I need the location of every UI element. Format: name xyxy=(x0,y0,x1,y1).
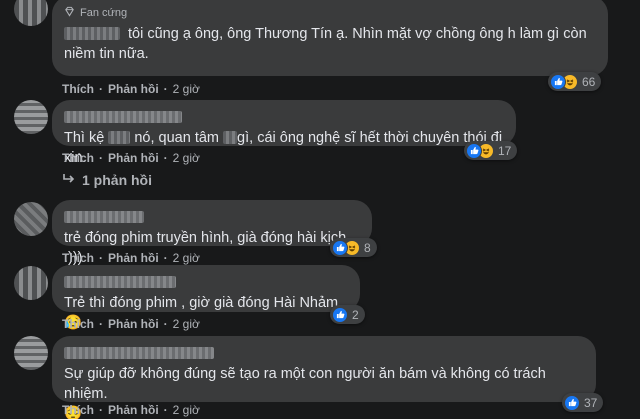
comment-text-part: Thì kệ xyxy=(64,130,105,146)
diamond-icon xyxy=(64,6,75,20)
replies-count-label: 1 phản hồi xyxy=(82,172,152,188)
reply-link[interactable]: Phản hồi xyxy=(108,317,159,331)
reply-link[interactable]: Phản hồi xyxy=(108,82,159,96)
fan-badge: Fan cứng xyxy=(64,6,596,20)
commenter-name-redacted[interactable] xyxy=(64,346,214,359)
avatar[interactable] xyxy=(14,0,48,26)
thumbs-up-icon xyxy=(332,306,348,323)
thumbs-up-icon xyxy=(564,394,580,411)
like-link[interactable]: Thích xyxy=(62,82,94,96)
thumbs-up-icon xyxy=(550,73,566,90)
comment-bubble: Fan cứng tôi cũng ạ ông, ông Thương Tín … xyxy=(52,0,608,76)
comment-actions: Thích · Phản hồi · 2 giờ xyxy=(62,151,200,165)
thumbs-up-icon xyxy=(466,142,482,159)
like-link[interactable]: Thích xyxy=(62,317,94,331)
timestamp[interactable]: 2 giờ xyxy=(173,82,200,96)
timestamp[interactable]: 2 giờ xyxy=(173,403,200,417)
reply-link[interactable]: Phản hồi xyxy=(108,251,159,265)
comment-bubble: Sự giúp đỡ không đúng sẽ tạo ra một con … xyxy=(52,336,596,419)
reaction-count: 66 xyxy=(582,74,596,89)
reaction-summary[interactable]: 66 xyxy=(548,72,602,91)
fan-badge-label: Fan cứng xyxy=(80,7,128,19)
censored-word xyxy=(108,131,131,144)
reaction-count: 37 xyxy=(584,395,598,410)
reaction-count: 8 xyxy=(364,240,371,255)
avatar[interactable] xyxy=(14,202,48,236)
comment-actions: Thích · Phản hồi · 2 giờ xyxy=(62,317,200,331)
reaction-count: 2 xyxy=(352,307,359,322)
comment-bubble: Trẻ thì đóng phim , giờ già đóng Hài Nhả… xyxy=(52,265,360,331)
avatar[interactable] xyxy=(14,266,48,300)
commenter-name-redacted[interactable] xyxy=(64,110,182,123)
comment-actions: Thích · Phản hồi · 2 giờ xyxy=(62,251,200,265)
comment-actions: Thích · Phản hồi · 2 giờ xyxy=(62,82,200,96)
like-link[interactable]: Thích xyxy=(62,151,94,165)
commenter-name-redacted[interactable] xyxy=(64,27,120,40)
comment-text-part: nó, quan tâm xyxy=(134,130,220,146)
reaction-summary[interactable]: 17 xyxy=(464,141,518,160)
reply-link[interactable]: Phản hồi xyxy=(108,151,159,165)
like-link[interactable]: Thích xyxy=(62,251,94,265)
avatar[interactable] xyxy=(14,336,48,370)
comment-bubble: Thì kệ nó, quan tâm gì, cái ông nghệ sĩ … xyxy=(52,100,516,166)
avatar[interactable] xyxy=(14,100,48,134)
comment-text: tôi cũng ạ ông, ông Thương Tín ạ. Nhìn m… xyxy=(64,26,587,62)
comment-text: Sự giúp đỡ không đúng sẽ tạo ra một con … xyxy=(64,366,546,402)
reply-arrow-icon xyxy=(62,172,76,188)
timestamp[interactable]: 2 giờ xyxy=(173,151,200,165)
timestamp[interactable]: 2 giờ xyxy=(173,251,200,265)
thumbs-up-icon xyxy=(332,239,348,256)
commenter-name-redacted[interactable] xyxy=(64,210,144,223)
reaction-summary[interactable]: 2 xyxy=(330,305,365,324)
comment-bubble: trẻ đóng phim truyền hình, già đóng hài … xyxy=(52,200,372,266)
reaction-count: 17 xyxy=(498,143,512,158)
commenter-name-redacted[interactable] xyxy=(64,275,176,288)
censored-word xyxy=(223,131,238,144)
timestamp[interactable]: 2 giờ xyxy=(173,317,200,331)
comment-actions: Thích · Phản hồi · 2 giờ xyxy=(62,403,200,417)
view-replies-link[interactable]: 1 phản hồi xyxy=(62,172,152,188)
like-link[interactable]: Thích xyxy=(62,403,94,417)
reaction-summary[interactable]: 37 xyxy=(562,393,604,412)
reaction-summary[interactable]: 8 xyxy=(330,238,377,257)
reply-link[interactable]: Phản hồi xyxy=(108,403,159,417)
